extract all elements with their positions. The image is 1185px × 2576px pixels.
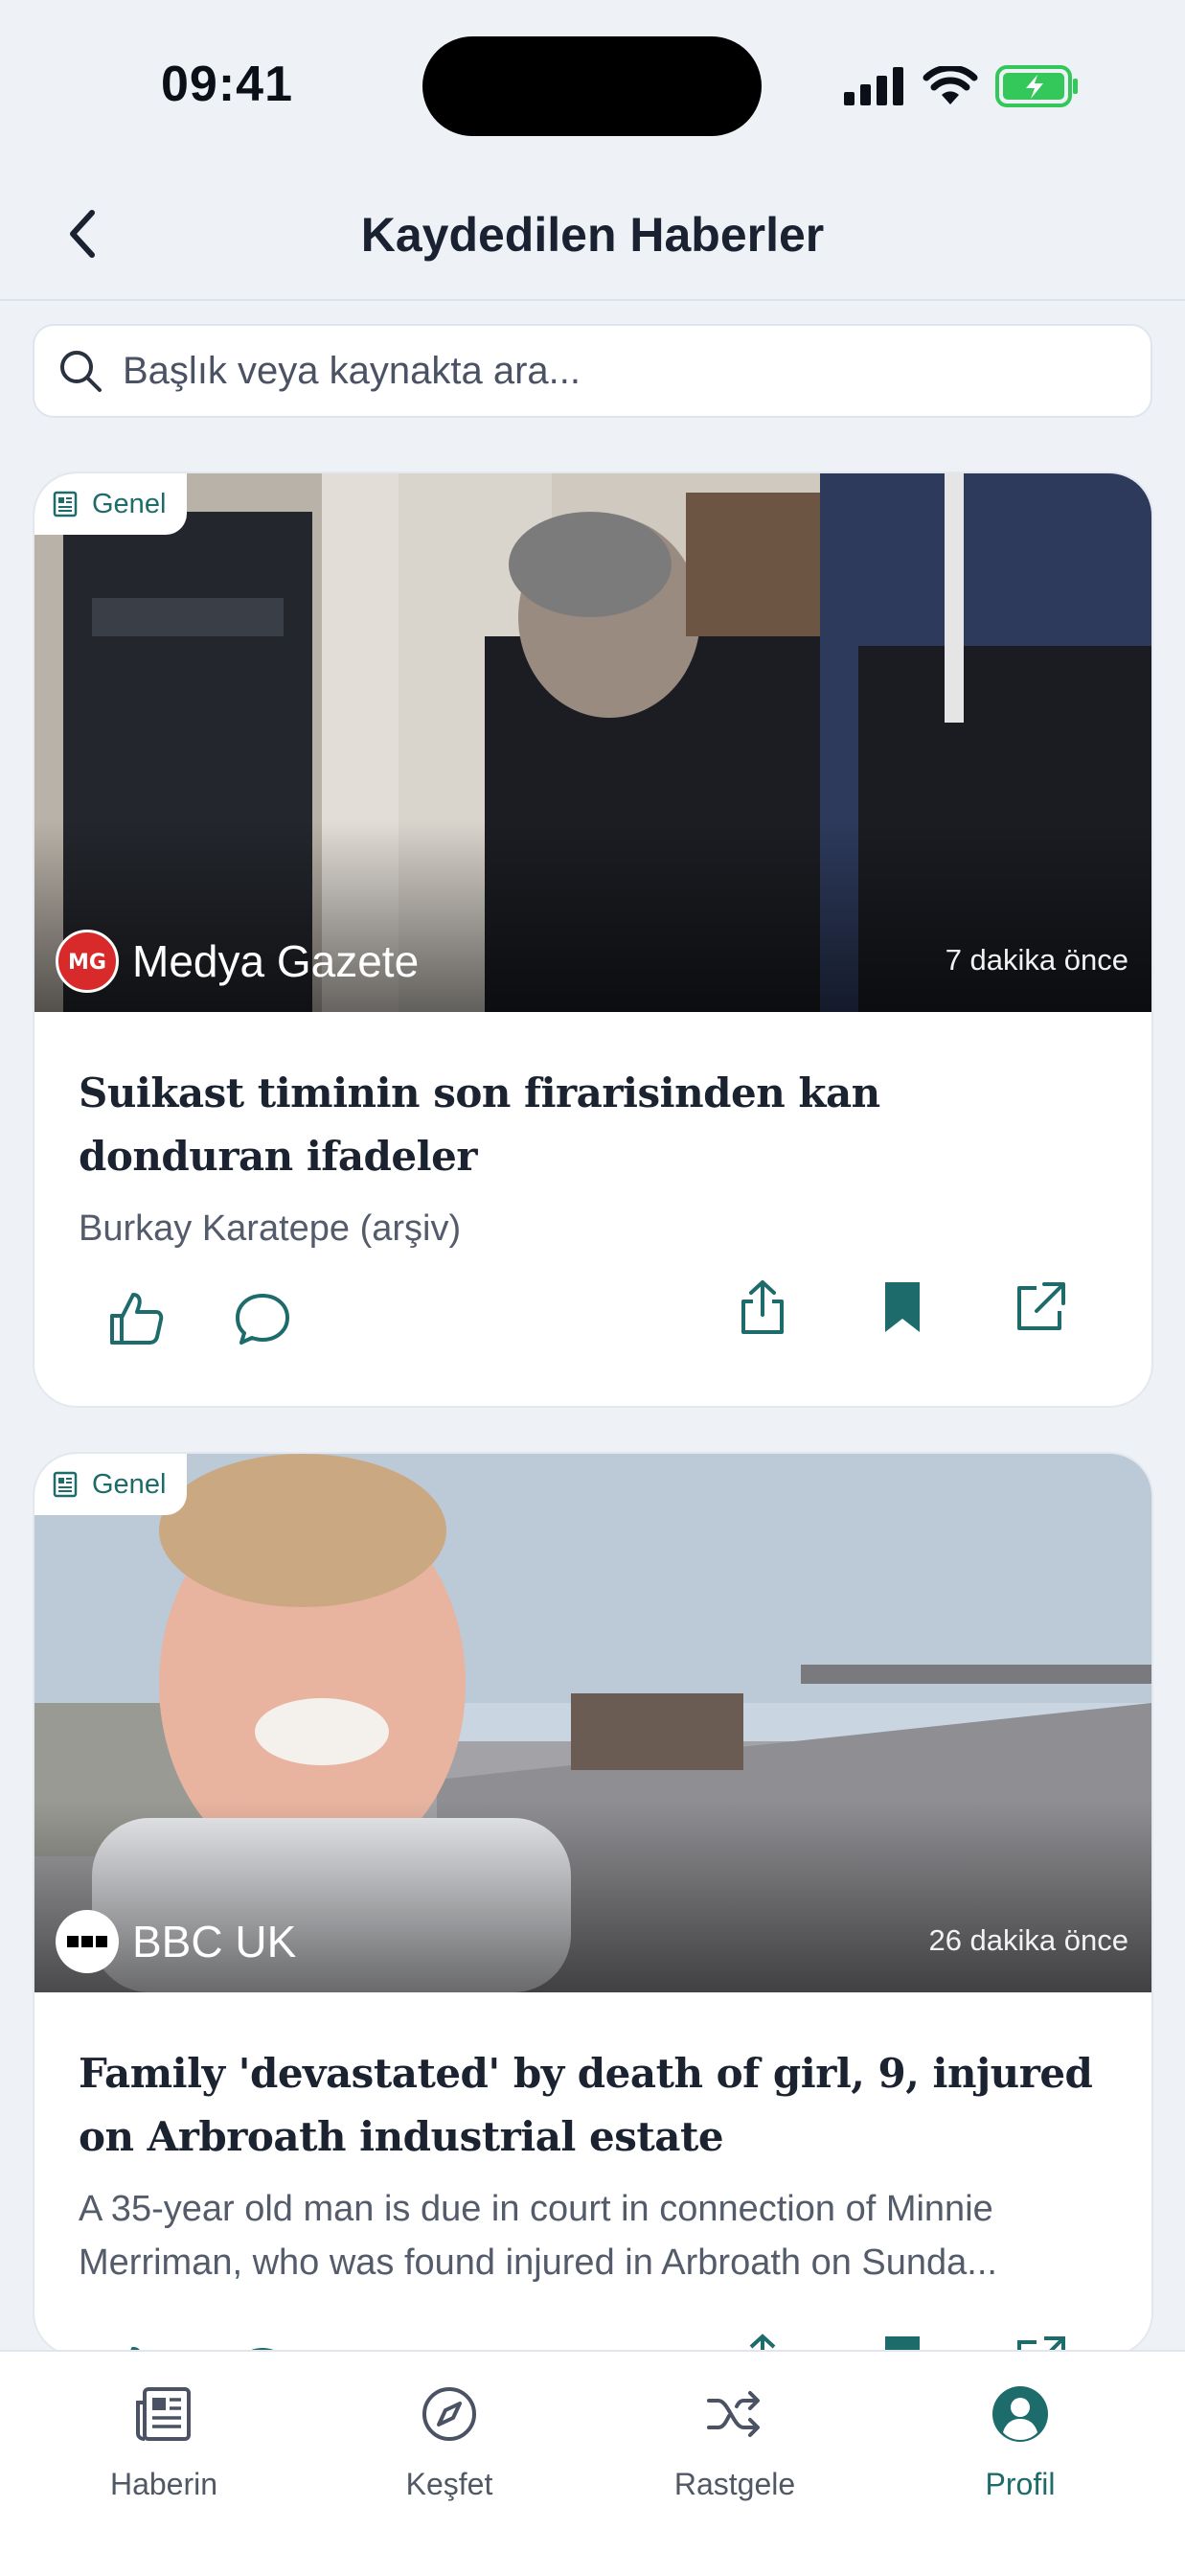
article-headline[interactable]: Family 'devastated' by death of girl, 9,… — [79, 2042, 1107, 2169]
like-button[interactable] — [92, 1275, 180, 1363]
article-summary: Burkay Karatepe (arşiv) — [79, 1208, 462, 1249]
status-bar: 09:41 — [0, 0, 1185, 172]
time-ago: 7 dakika önce — [945, 943, 1128, 977]
nav-item-profil[interactable]: Profil — [915, 2375, 1126, 2502]
thumbs-up-icon — [110, 1293, 164, 1345]
nav-item-rastgele[interactable]: Rastgele — [629, 2375, 840, 2502]
nav-label: Keşfet — [405, 2467, 493, 2501]
nav-item-kesfet[interactable]: Keşfet — [344, 2375, 555, 2502]
external-link-icon — [1017, 1282, 1065, 1330]
signal-icon — [844, 67, 903, 105]
page-title: Kaydedilen Haberler — [360, 208, 825, 262]
compass-icon — [422, 2387, 476, 2441]
comment-button[interactable] — [218, 1275, 307, 1363]
article-actions — [34, 1275, 1151, 1370]
category-label: Genel — [92, 1468, 167, 1500]
search-icon — [60, 351, 102, 392]
article-image[interactable]: Genel BBC UK 26 dakika önce — [34, 1454, 1151, 1992]
nav-label: Haberin — [109, 2467, 218, 2501]
source[interactable]: MG Medya Gazete — [56, 930, 419, 993]
category-badge: Genel — [34, 1454, 188, 1515]
category-badge: Genel — [34, 473, 188, 535]
source-name: BBC UK — [132, 1917, 297, 1966]
newspaper-icon — [53, 491, 78, 518]
share-icon — [741, 1280, 784, 1334]
article-headline[interactable]: Suikast timinin son firarisinden kan don… — [79, 1062, 1107, 1188]
source-logo-icon: MG — [56, 930, 119, 993]
nav-label: Rastgele — [673, 2467, 796, 2501]
search-input[interactable] — [123, 349, 1119, 393]
source-name: Medya Gazete — [132, 936, 420, 986]
bookmark-filled-icon — [885, 1282, 920, 1332]
bottom-nav: Haberin Keşfet Rastgele Profil — [0, 2350, 1185, 2576]
time-ago: 26 dakika önce — [928, 1923, 1128, 1957]
article-summary: A 35-year old man is due in court in con… — [79, 2189, 997, 2283]
dynamic-island — [422, 36, 762, 136]
wifi-icon — [923, 66, 978, 104]
profile-icon — [992, 2386, 1048, 2442]
newspaper-icon — [136, 2387, 191, 2441]
share-button[interactable] — [718, 1263, 807, 1351]
bookmark-button[interactable] — [858, 1263, 946, 1351]
nav-item-haberin[interactable]: Haberin — [58, 2375, 269, 2502]
source[interactable]: BBC UK — [56, 1910, 296, 1973]
article-image[interactable]: Genel MG Medya Gazete 7 dakika önce — [34, 473, 1151, 1012]
open-external-button[interactable] — [996, 1263, 1084, 1351]
status-time: 09:41 — [161, 57, 293, 112]
source-logo-icon — [56, 1910, 119, 1973]
category-label: Genel — [92, 488, 167, 519]
comment-icon — [236, 1294, 289, 1345]
nav-label: Profil — [985, 2467, 1056, 2501]
shuffle-icon — [707, 2391, 760, 2437]
newspaper-icon — [53, 1471, 78, 1498]
status-icons — [844, 65, 1080, 107]
article-card[interactable]: Genel MG Medya Gazete 7 dakika önce Suik… — [34, 473, 1151, 1406]
search-bar — [33, 324, 1152, 418]
header: Kaydedilen Haberler — [0, 172, 1185, 301]
article-card[interactable]: Genel BBC UK 26 dakika önce Family 'deva… — [34, 1454, 1151, 2355]
battery-icon — [995, 65, 1078, 107]
svg-text:MG: MG — [68, 951, 106, 975]
